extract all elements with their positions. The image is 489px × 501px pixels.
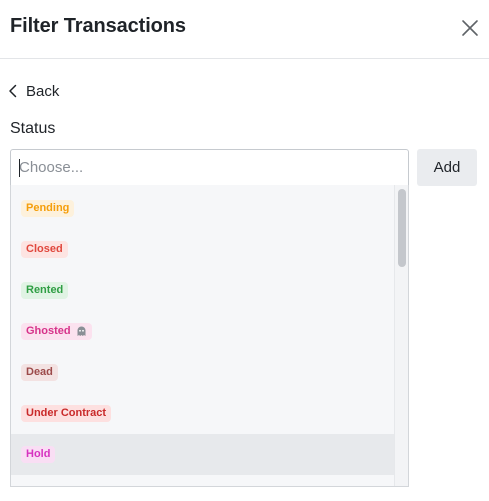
dropdown-scrollbar[interactable] [394, 185, 408, 486]
dialog-title: Filter Transactions [10, 15, 186, 37]
status-badge: Closed [21, 241, 68, 258]
option-rented[interactable]: Rented [11, 270, 394, 311]
back-link[interactable]: Back [8, 80, 59, 102]
status-select[interactable] [10, 149, 409, 186]
add-button[interactable]: Add [417, 149, 477, 186]
status-label: Status [10, 120, 56, 137]
status-dropdown: Pending Closed Rented Ghosted Dead Under… [10, 185, 409, 487]
close-icon [462, 20, 478, 36]
option-ghosted[interactable]: Ghosted [11, 311, 394, 352]
option-hold[interactable]: Hold [11, 434, 394, 475]
dialog-header: Filter Transactions [0, 0, 489, 59]
status-badge: Pending [21, 200, 75, 217]
option-under-contract[interactable]: Under Contract [11, 393, 394, 434]
status-search-input[interactable] [11, 150, 408, 185]
status-badge-label: Ghosted [26, 325, 71, 337]
ghost-icon [76, 326, 87, 337]
option-dead[interactable]: Dead [11, 352, 394, 393]
chevron-left-icon [9, 84, 17, 98]
option-closed[interactable]: Closed [11, 229, 394, 270]
status-badge: Ghosted [21, 323, 92, 340]
close-button[interactable] [456, 14, 484, 42]
status-badge: Hold [21, 446, 56, 463]
status-badge: Rented [21, 282, 69, 299]
scrollbar-thumb[interactable] [398, 189, 406, 267]
status-badge: Under Contract [21, 405, 112, 422]
text-caret [19, 159, 20, 177]
back-label: Back [26, 82, 60, 100]
option-list: Pending Closed Rented Ghosted Dead Under… [11, 185, 394, 475]
option-pending[interactable]: Pending [11, 185, 394, 229]
status-badge: Dead [21, 364, 58, 381]
